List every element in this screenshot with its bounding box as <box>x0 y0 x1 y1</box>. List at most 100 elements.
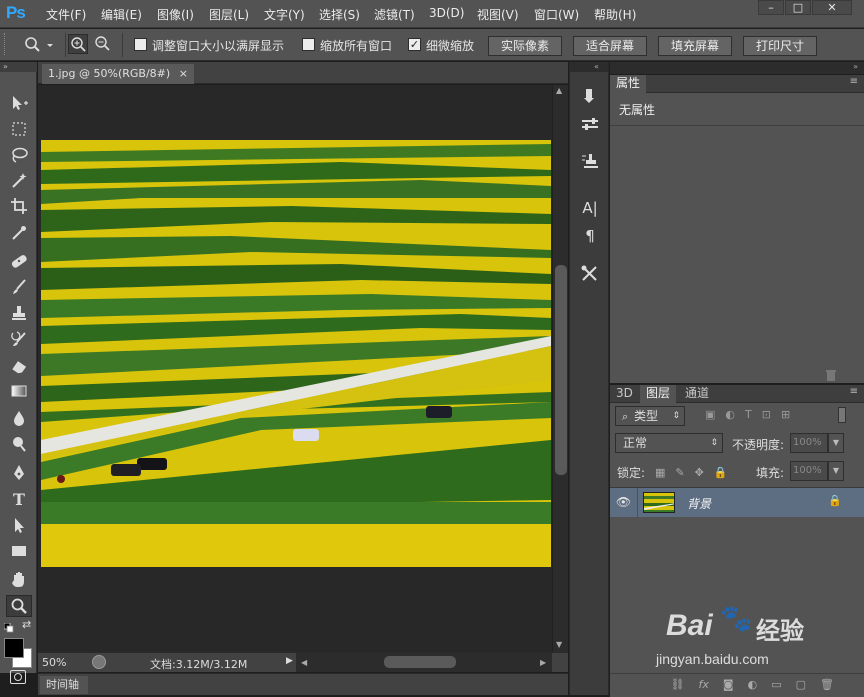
scrubby-zoom-checkbox[interactable]: ✓ <box>408 38 421 51</box>
layer-filter-select[interactable]: ⌕ 类型 ⇕ <box>615 406 685 426</box>
adjustment-layer-icon[interactable]: ◐ <box>748 678 758 697</box>
tool-presets-panel-button[interactable] <box>578 264 602 288</box>
lock-transparent-icon[interactable]: ▦ <box>655 466 665 480</box>
eyedropper-tool[interactable] <box>6 222 32 244</box>
zoom-in-button[interactable] <box>68 34 88 54</box>
history-brush-tool[interactable] <box>6 328 32 350</box>
filter-adjustment-icon[interactable]: ◐ <box>725 408 735 424</box>
dodge-tool[interactable] <box>6 433 32 455</box>
eraser-tool[interactable] <box>6 354 32 376</box>
menu-window[interactable]: 窗口(W) <box>534 6 579 23</box>
move-tool[interactable] <box>6 92 32 114</box>
default-colors-icon[interactable] <box>3 622 14 633</box>
foreground-color-swatch[interactable] <box>4 638 24 658</box>
link-layers-icon[interactable]: ⛓ <box>671 678 685 697</box>
horizontal-scrollbar[interactable]: ◀ ▶ <box>296 653 552 672</box>
filter-pixel-icon[interactable]: ▣ <box>705 408 715 424</box>
rectangle-tool[interactable] <box>6 540 32 562</box>
tab-layers[interactable]: 图层 <box>640 385 677 403</box>
blur-tool[interactable] <box>6 407 32 429</box>
resize-windows-checkbox[interactable] <box>134 38 147 51</box>
tab-properties[interactable]: 属性 <box>610 75 647 93</box>
dock-collapse-icon[interactable]: « <box>570 62 608 72</box>
lock-all-icon[interactable]: 🔒 <box>714 466 728 480</box>
magic-wand-tool[interactable] <box>6 169 32 191</box>
fit-screen-button[interactable]: 适合屏幕 <box>573 36 647 56</box>
menu-view[interactable]: 视图(V) <box>477 6 519 23</box>
layer-visibility-eye-icon[interactable]: 👁 <box>610 488 638 517</box>
lasso-tool[interactable] <box>6 144 32 166</box>
filter-toggle-switch[interactable] <box>838 407 846 423</box>
gradient-tool[interactable] <box>6 380 32 402</box>
hand-tool[interactable] <box>6 568 32 590</box>
fill-screen-button[interactable]: 填充屏幕 <box>658 36 732 56</box>
scroll-left-icon[interactable]: ◀ <box>301 658 307 667</box>
swap-colors-icon[interactable]: ⇄ <box>22 619 34 631</box>
minimize-button[interactable]: – <box>758 0 784 15</box>
new-group-icon[interactable]: ▭ <box>771 678 781 697</box>
pen-tool[interactable] <box>6 462 32 484</box>
zoom-out-button[interactable] <box>92 34 112 54</box>
actual-pixels-button[interactable]: 实际像素 <box>488 36 562 56</box>
tool-preset-picker[interactable] <box>22 34 58 56</box>
layer-name[interactable]: 背景 <box>687 495 711 512</box>
document-canvas[interactable] <box>38 85 552 652</box>
fx-icon[interactable]: fx <box>699 678 709 697</box>
filter-shape-icon[interactable]: ⊡ <box>762 408 771 424</box>
canvas-area[interactable] <box>38 85 552 652</box>
brush-tool[interactable] <box>6 276 32 298</box>
status-share-icon[interactable] <box>92 655 106 669</box>
vertical-scroll-thumb[interactable] <box>555 265 567 475</box>
filter-smart-object-icon[interactable]: ⊞ <box>781 408 790 424</box>
timeline-tab[interactable]: 时间轴 <box>40 676 88 694</box>
menu-filter[interactable]: 滤镜(T) <box>374 6 415 23</box>
document-tab-close-icon[interactable]: × <box>179 64 188 83</box>
delete-layer-icon[interactable]: 🗑 <box>820 678 834 697</box>
clone-stamp-tool[interactable] <box>6 302 32 324</box>
print-size-button[interactable]: 打印尺寸 <box>743 36 817 56</box>
layers-panel-menu-icon[interactable]: ≡ <box>850 386 858 397</box>
tab-channels[interactable]: 通道 <box>679 385 715 403</box>
menu-layer[interactable]: 图层(L) <box>209 6 249 23</box>
healing-brush-tool[interactable] <box>6 250 32 272</box>
filter-type-icon[interactable]: T <box>745 408 752 424</box>
menu-edit[interactable]: 编辑(E) <box>101 6 142 23</box>
fill-field[interactable]: 100% <box>790 461 828 481</box>
properties-panel-menu-icon[interactable]: ≡ <box>850 76 858 87</box>
menu-help[interactable]: 帮助(H) <box>594 6 636 23</box>
lock-pixels-icon[interactable]: ✎ <box>675 466 684 480</box>
document-tab[interactable]: 1.jpg @ 50%(RGB/8#) × <box>42 64 194 84</box>
clone-source-panel-button[interactable] <box>578 152 602 176</box>
new-layer-icon[interactable]: ▢ <box>796 678 806 697</box>
layer-row-background[interactable]: 👁 背景 🔒 <box>610 488 864 517</box>
type-tool[interactable]: T <box>6 488 32 510</box>
status-menu-arrow-icon[interactable]: ▶ <box>286 656 293 666</box>
character-panel-button[interactable]: A| <box>578 196 602 220</box>
zoom-tool[interactable] <box>6 595 32 617</box>
restore-button[interactable]: □ <box>785 0 811 15</box>
right-dock-collapse-icon[interactable]: » <box>853 62 858 71</box>
properties-trash-icon[interactable] <box>824 369 838 381</box>
menu-image[interactable]: 图像(I) <box>157 6 194 23</box>
blend-mode-select[interactable]: 正常 ⇕ <box>615 433 723 453</box>
vertical-scrollbar[interactable]: ▲ ▼ <box>552 85 568 652</box>
paragraph-panel-button[interactable]: ¶ <box>578 224 602 248</box>
marquee-tool[interactable] <box>6 118 32 140</box>
menu-3d[interactable]: 3D(D) <box>429 6 464 20</box>
tab-3d[interactable]: 3D <box>610 385 639 403</box>
add-mask-icon[interactable]: ◙ <box>723 678 734 697</box>
fill-dropdown-icon[interactable]: ▼ <box>828 461 844 481</box>
quick-mask-button[interactable] <box>10 670 26 684</box>
lock-position-icon[interactable]: ✥ <box>695 466 704 480</box>
opacity-field[interactable]: 100% <box>790 433 828 453</box>
close-button[interactable]: ✕ <box>812 0 852 15</box>
scroll-right-icon[interactable]: ▶ <box>540 658 546 667</box>
adjustments-panel-button[interactable] <box>578 115 602 139</box>
menu-type[interactable]: 文字(Y) <box>264 6 305 23</box>
scroll-down-icon[interactable]: ▼ <box>556 641 566 649</box>
crop-tool[interactable] <box>6 195 32 217</box>
scroll-up-icon[interactable]: ▲ <box>556 87 566 95</box>
menu-file[interactable]: 文件(F) <box>46 6 86 23</box>
menu-select[interactable]: 选择(S) <box>319 6 360 23</box>
path-selection-tool[interactable] <box>6 514 32 536</box>
